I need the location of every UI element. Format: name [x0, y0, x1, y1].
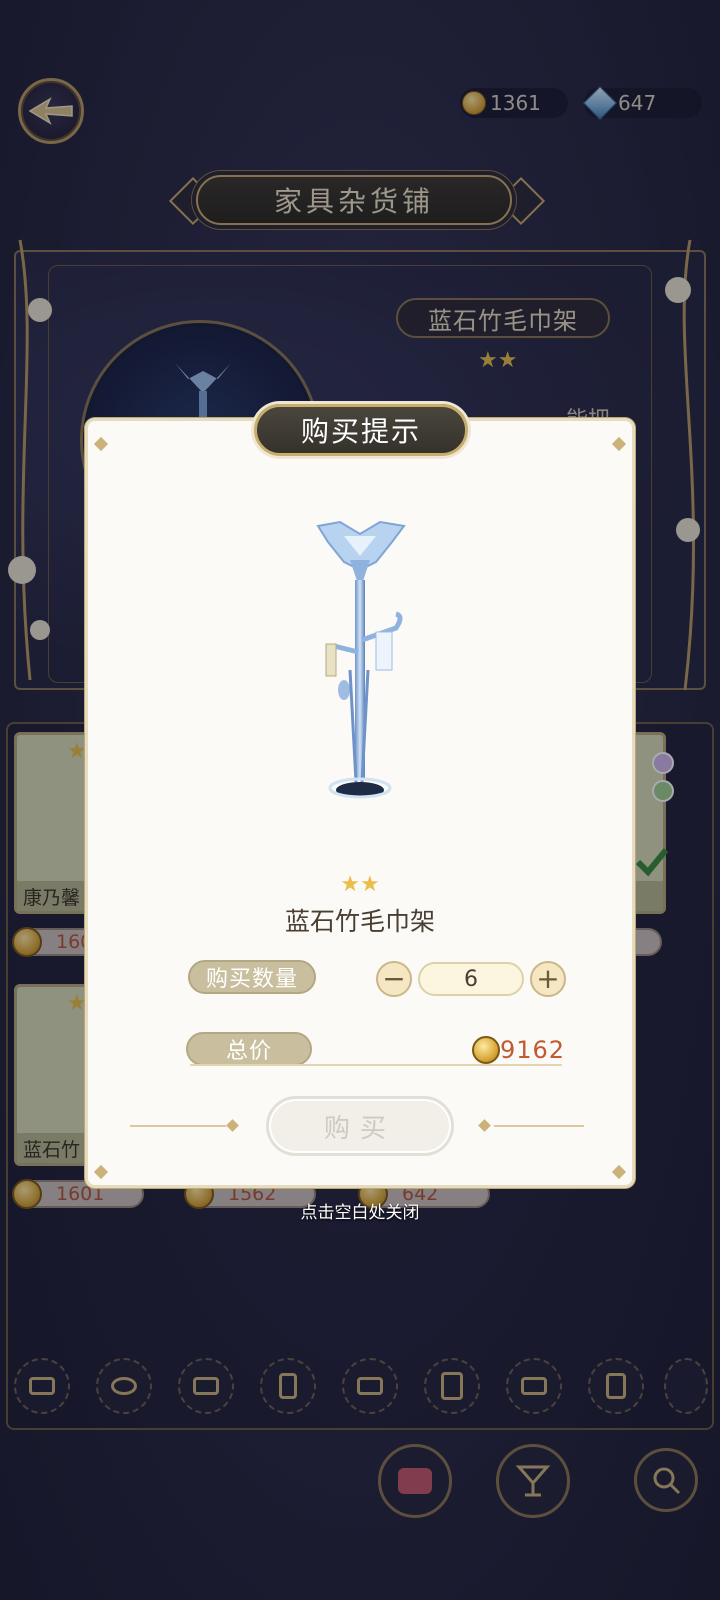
- decrease-quantity-button[interactable]: −: [376, 961, 412, 997]
- total-underline: [190, 1064, 562, 1066]
- gold-coin-icon: [472, 1036, 500, 1064]
- quantity-field[interactable]: 6: [418, 962, 524, 996]
- towel-rack-image: [316, 520, 406, 799]
- star-icon: ★: [360, 872, 380, 897]
- total-label: 总价: [186, 1032, 312, 1066]
- dialog-corner-ornament: [611, 1164, 627, 1180]
- total-price-value: 9162: [500, 1036, 566, 1064]
- plus-icon: +: [536, 962, 560, 995]
- dialog-item-name: 蓝石竹毛巾架: [284, 907, 435, 936]
- close-hint: 点击空白处关闭: [300, 1203, 420, 1223]
- buy-divider-left: [130, 1125, 226, 1127]
- star-icon: ★: [340, 872, 360, 897]
- quantity-label: 购买数量: [188, 960, 316, 994]
- dialog-star-rating: ★★: [335, 872, 385, 898]
- minus-icon: −: [382, 962, 406, 995]
- buy-button[interactable]: 购买: [266, 1096, 454, 1156]
- buy-divider-right: [494, 1125, 584, 1127]
- dialog-corner-ornament: [611, 436, 627, 452]
- dialog-corner-ornament: [93, 1164, 109, 1180]
- increase-quantity-button[interactable]: +: [530, 961, 566, 997]
- dialog-title: 购买提示: [254, 404, 468, 456]
- dialog-corner-ornament: [93, 436, 109, 452]
